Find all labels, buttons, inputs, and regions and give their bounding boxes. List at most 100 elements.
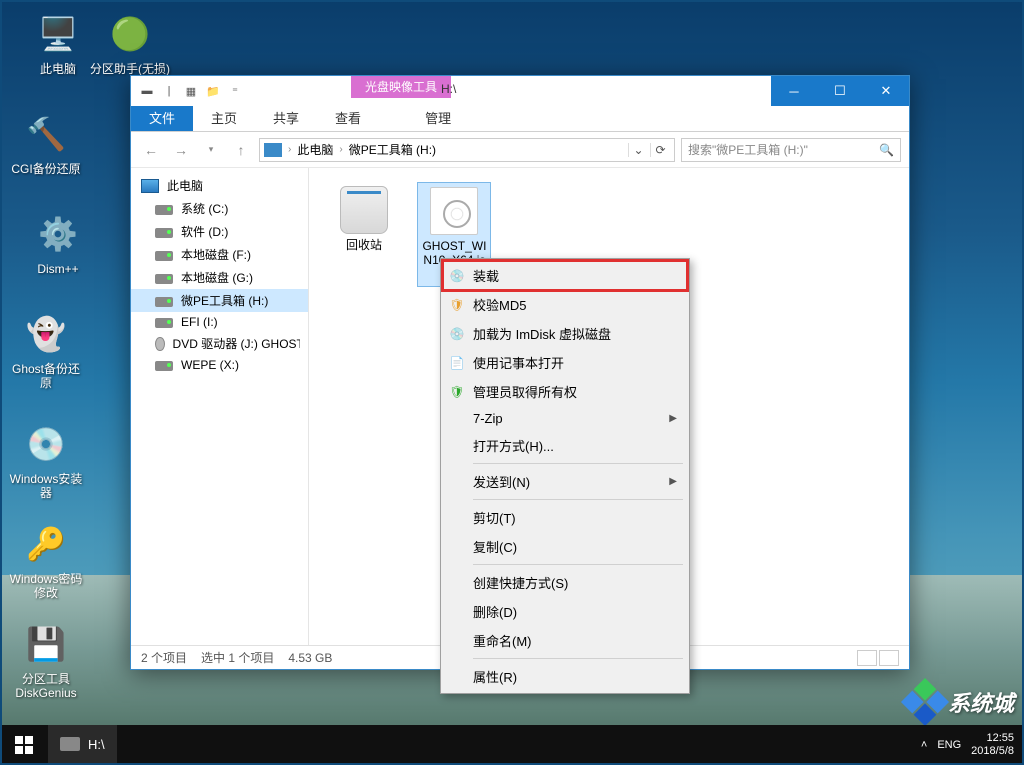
navpane-drive[interactable]: 本地磁盘 (G:) <box>131 266 308 289</box>
drive-icon <box>155 205 173 215</box>
menu-copy[interactable]: 复制(C) <box>443 532 687 561</box>
chevron-right-icon: ▶ <box>669 413 677 424</box>
ribbon-tabs: 文件 主页 共享 查看 管理 <box>131 106 909 132</box>
qat-customize-icon[interactable]: ⁼ <box>227 83 243 99</box>
context-tab-label: 光盘映像工具 <box>351 76 451 98</box>
tray-chevron-up-icon[interactable]: ˄ <box>921 739 927 751</box>
key-icon: 🔑 <box>22 520 70 568</box>
menu-separator <box>473 564 683 565</box>
tab-share[interactable]: 共享 <box>255 104 317 131</box>
system-tray[interactable]: ˄ ENG 12:55 2018/5/8 <box>911 732 1024 758</box>
navpane-drive[interactable]: 系统 (C:) <box>131 197 308 220</box>
recent-dropdown[interactable]: ▾ <box>199 138 223 162</box>
status-selection: 选中 1 个项目 <box>201 649 274 666</box>
tab-view[interactable]: 查看 <box>317 104 379 131</box>
desktop-icon[interactable]: 💾分区工具DiskGenius <box>6 620 86 701</box>
titlebar[interactable]: ▬ | ▦ 📁 ⁼ 光盘映像工具 H:\ ─ ☐ ✕ <box>131 76 909 106</box>
navpane-drive[interactable]: 微PE工具箱 (H:) <box>131 289 308 312</box>
iso-icon <box>430 187 478 235</box>
navpane-drive[interactable]: 软件 (D:) <box>131 220 308 243</box>
maximize-button[interactable]: ☐ <box>817 76 863 106</box>
menu-separator <box>473 658 683 659</box>
qat-sep: | <box>161 83 177 99</box>
menu-admin-own[interactable]: 🛡管理员取得所有权 <box>443 377 687 406</box>
navpane-this-pc[interactable]: 此电脑 <box>131 174 308 197</box>
desktop-icon[interactable]: ⚙️Dism++ <box>18 210 98 276</box>
dvd-icon <box>155 337 165 351</box>
shield-icon: 🛡 <box>449 384 465 400</box>
menu-open-with[interactable]: 打开方式(H)... <box>443 431 687 460</box>
recycle-bin-icon <box>340 186 388 234</box>
view-details-button[interactable] <box>857 650 877 666</box>
window-title: H:\ <box>441 82 456 96</box>
chevron-right-icon[interactable]: › <box>339 144 342 155</box>
address-toolbar: ← → ▾ ↑ › 此电脑 › 微PE工具箱 (H:) ⌄ ⟳ 搜索"微PE工具… <box>131 132 909 168</box>
breadcrumb[interactable]: 此电脑 <box>293 141 337 158</box>
desktop-icon[interactable]: 🟢分区助手(无损) <box>90 10 170 76</box>
menu-7zip[interactable]: 7-Zip▶ <box>443 406 687 431</box>
desktop-icon[interactable]: 👻Ghost备份还原 <box>6 310 86 391</box>
search-placeholder: 搜索"微PE工具箱 (H:)" <box>688 141 808 158</box>
chevron-right-icon[interactable]: › <box>288 144 291 155</box>
search-icon[interactable]: 🔍 <box>879 143 894 157</box>
navpane-drive[interactable]: WEPE (X:) <box>131 355 308 375</box>
shield-icon: 🛡 <box>449 297 465 313</box>
taskbar-item-explorer[interactable]: H:\ <box>48 725 117 765</box>
chevron-right-icon: ▶ <box>669 476 677 487</box>
breadcrumb[interactable]: 微PE工具箱 (H:) <box>345 141 440 158</box>
desktop-icon[interactable]: 🔨CGI备份还原 <box>6 110 86 176</box>
menu-separator <box>473 499 683 500</box>
start-button[interactable] <box>0 725 48 765</box>
notepad-icon: 📄 <box>449 355 465 371</box>
context-menu: 💿装载 🛡校验MD5 💿加载为 ImDisk 虚拟磁盘 📄使用记事本打开 🛡管理… <box>440 258 690 694</box>
language-indicator[interactable]: ENG <box>937 739 961 751</box>
close-button[interactable]: ✕ <box>863 76 909 106</box>
menu-send-to[interactable]: 发送到(N)▶ <box>443 467 687 496</box>
tab-file[interactable]: 文件 <box>131 104 193 131</box>
file-recycle-bin[interactable]: 回收站 <box>327 182 401 256</box>
menu-notepad[interactable]: 📄使用记事本打开 <box>443 348 687 377</box>
taskbar: H:\ ˄ ENG 12:55 2018/5/8 <box>0 725 1024 765</box>
folder-icon[interactable]: 📁 <box>205 83 221 99</box>
pc-icon <box>264 143 282 157</box>
menu-mount[interactable]: 💿装载 <box>443 261 687 290</box>
menu-md5[interactable]: 🛡校验MD5 <box>443 290 687 319</box>
menu-rename[interactable]: 重命名(M) <box>443 626 687 655</box>
desktop-icon[interactable]: 💿Windows安装器 <box>6 420 86 501</box>
view-icons-button[interactable] <box>879 650 899 666</box>
up-button[interactable]: ↑ <box>229 138 253 162</box>
drive-icon <box>155 318 173 328</box>
menu-shortcut[interactable]: 创建快捷方式(S) <box>443 568 687 597</box>
desktop-icon[interactable]: 🔑Windows密码修改 <box>6 520 86 601</box>
menu-separator <box>473 463 683 464</box>
menu-cut[interactable]: 剪切(T) <box>443 503 687 532</box>
back-button[interactable]: ← <box>139 138 163 162</box>
tab-manage[interactable]: 管理 <box>407 102 469 131</box>
menu-delete[interactable]: 删除(D) <box>443 597 687 626</box>
properties-icon[interactable]: ▦ <box>183 83 199 99</box>
location-dropdown[interactable]: ⌄ <box>628 143 648 157</box>
drive-icon <box>155 361 173 371</box>
disc-icon: 💿 <box>449 268 465 284</box>
wininst-icon: 💿 <box>22 420 70 468</box>
navpane-dvd[interactable]: DVD 驱动器 (J:) GHOST_WIN10_X64 <box>131 332 308 355</box>
menu-properties[interactable]: 属性(R) <box>443 662 687 691</box>
clock[interactable]: 12:55 2018/5/8 <box>971 732 1014 758</box>
navpane-drive[interactable]: EFI (I:) <box>131 312 308 332</box>
dism-icon: ⚙️ <box>34 210 82 258</box>
drive-icon <box>60 737 80 751</box>
refresh-button[interactable]: ⟳ <box>650 143 670 157</box>
forward-button[interactable]: → <box>169 138 193 162</box>
drive-icon <box>155 297 173 307</box>
drive-icon <box>155 251 173 261</box>
minimize-button[interactable]: ─ <box>771 76 817 106</box>
brand-logo: 系统城 <box>908 685 1014 719</box>
navpane-drive[interactable]: 本地磁盘 (F:) <box>131 243 308 266</box>
disc-icon: 💿 <box>449 326 465 342</box>
desktop-icon[interactable]: 🖥️此电脑 <box>18 10 98 76</box>
tab-home[interactable]: 主页 <box>193 104 255 131</box>
menu-imdisk[interactable]: 💿加载为 ImDisk 虚拟磁盘 <box>443 319 687 348</box>
search-input[interactable]: 搜索"微PE工具箱 (H:)" 🔍 <box>681 138 901 162</box>
location-bar[interactable]: › 此电脑 › 微PE工具箱 (H:) ⌄ ⟳ <box>259 138 675 162</box>
ghost-icon: 👻 <box>22 310 70 358</box>
